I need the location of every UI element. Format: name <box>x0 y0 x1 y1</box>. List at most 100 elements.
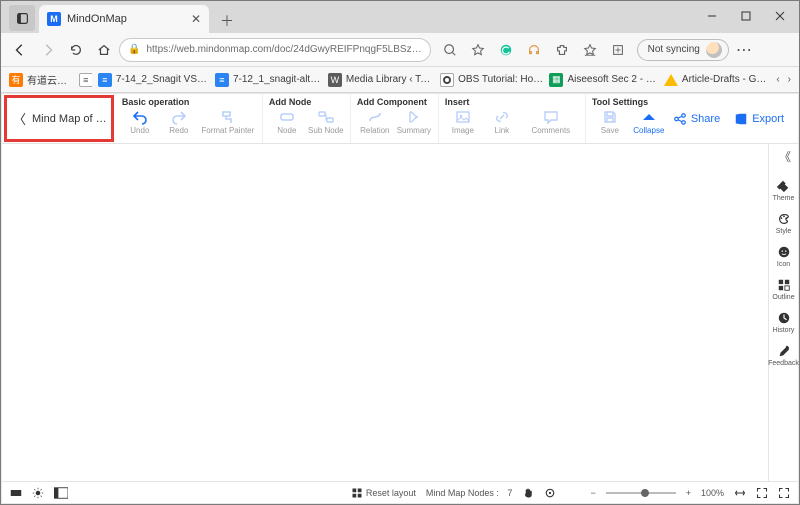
panel-collapse-button[interactable]: 《 <box>779 148 788 165</box>
center-button[interactable] <box>544 487 556 499</box>
save-button[interactable]: Save <box>592 109 628 135</box>
group-header: Add Node <box>269 97 344 107</box>
bookmarks-overflow-button[interactable]: › <box>788 74 791 85</box>
bookmarks-scroll-left-icon[interactable]: ‹ <box>776 74 779 85</box>
bookmark-item[interactable]: OBS Tutorial: How… <box>440 73 543 87</box>
format-painter-button[interactable]: Format Painter <box>200 109 256 135</box>
bookmark-item[interactable]: ≡ <box>79 73 92 87</box>
feedback-button[interactable]: Feedback <box>768 344 799 367</box>
export-button[interactable]: Export <box>734 112 784 126</box>
bookmark-item[interactable]: ▦Aiseesoft Sec 2 - W… <box>549 73 657 87</box>
tab-actions-button[interactable] <box>9 5 35 31</box>
collapse-button[interactable]: Collapse <box>631 109 667 135</box>
profile-sync-button[interactable]: Not syncing <box>637 39 729 61</box>
gdrive-icon <box>664 73 678 87</box>
tab-close-icon[interactable]: ✕ <box>191 12 201 26</box>
group-insert: Insert Image Link Comments <box>439 94 586 143</box>
window-controls <box>695 3 797 29</box>
reset-layout-button[interactable]: Reset layout <box>351 487 416 499</box>
address-bar: 🔒 https://web.mindonmap.com/doc/24dGwyRE… <box>1 33 799 67</box>
summary-button[interactable]: Summary <box>396 109 432 135</box>
window-maximize-button[interactable] <box>729 3 763 29</box>
fit-width-button[interactable] <box>734 487 746 499</box>
fit-screen-button[interactable] <box>756 487 768 499</box>
fullscreen-button[interactable] <box>778 487 790 499</box>
bookmark-item[interactable]: Article-Drafts - Goo… <box>664 73 770 87</box>
bookmarks-bar: 有有道云笔记 ≡ ≡7-14_2_Snagit VS S… ≡7-12_1_sn… <box>1 67 799 93</box>
right-panel: 《 Theme Style Icon Outline History Feedb… <box>768 144 798 481</box>
group-header: Basic operation <box>122 97 256 107</box>
bookmark-item[interactable]: ≡7-12_1_snagit-alter… <box>215 73 322 87</box>
ext-grammarly-icon[interactable] <box>493 37 519 63</box>
obs-icon <box>440 73 454 87</box>
window-close-button[interactable] <box>763 3 797 29</box>
lock-icon: 🔒 <box>128 44 140 55</box>
view-mode-map-button[interactable] <box>10 487 22 499</box>
zoom-value: 100% <box>701 488 724 498</box>
zoom-indicator-icon[interactable] <box>437 37 463 63</box>
browser-menu-button[interactable]: ⋯ <box>731 37 757 63</box>
zoom-slider[interactable] <box>606 492 676 494</box>
favorite-button[interactable] <box>465 37 491 63</box>
browser-tab[interactable]: M MindOnMap ✕ <box>39 5 209 33</box>
avatar-icon <box>706 42 722 58</box>
node-button[interactable]: Node <box>269 109 305 135</box>
bookmark-item[interactable]: WMedia Library ‹ Top… <box>328 73 434 87</box>
nav-home-button[interactable] <box>91 37 117 63</box>
image-button[interactable]: Image <box>445 109 481 135</box>
collections-button[interactable] <box>605 37 631 63</box>
bookmark-item[interactable]: ≡7-14_2_Snagit VS S… <box>98 73 209 87</box>
gdoc-icon: ≡ <box>215 73 229 87</box>
zoom-in-button[interactable]: + <box>686 488 691 498</box>
pan-button[interactable] <box>522 487 534 499</box>
wordpress-icon: W <box>328 73 342 87</box>
sync-label: Not syncing <box>648 44 700 55</box>
sub-node-button[interactable]: Sub Node <box>308 109 344 135</box>
node-count: Mind Map Nodes : 7 <box>426 488 513 498</box>
favorites-list-button[interactable] <box>577 37 603 63</box>
back-icon[interactable]: 〈 <box>13 109 26 128</box>
icon-button[interactable]: Icon <box>777 245 791 268</box>
link-button[interactable]: Link <box>484 109 520 135</box>
theme-button[interactable]: Theme <box>773 179 795 202</box>
ext-headphones-icon[interactable] <box>521 37 547 63</box>
url-input[interactable]: 🔒 https://web.mindonmap.com/doc/24dGwyRE… <box>119 38 431 62</box>
status-bar: Reset layout Mind Map Nodes : 7 − + 100% <box>2 481 798 503</box>
extensions-button[interactable] <box>549 37 575 63</box>
undo-button[interactable]: Undo <box>122 109 158 135</box>
url-text: https://web.mindonmap.com/doc/24dGwyREIF… <box>146 44 421 55</box>
bookmark-icon: 有 <box>9 73 23 87</box>
browser-window: M MindOnMap ✕ ＋ 🔒 https://web.mindonmap.… <box>0 0 800 505</box>
reset-layout-label: Reset layout <box>366 488 416 498</box>
tab-title: MindOnMap <box>67 13 127 25</box>
view-mode-outline-button[interactable] <box>54 487 68 499</box>
gdoc-icon: ≡ <box>98 73 112 87</box>
style-button[interactable]: Style <box>776 212 792 235</box>
share-button[interactable]: Share <box>673 112 720 126</box>
group-add-component: Add Component Relation Summary <box>351 94 439 143</box>
zoom-out-button[interactable]: − <box>590 488 595 498</box>
app-page: 〈 Mind Map of … Basic operation Undo Red… <box>2 94 798 503</box>
group-basic: Basic operation Undo Redo Format Painter <box>116 94 263 143</box>
mindmap-canvas[interactable] <box>2 144 768 481</box>
history-button[interactable]: History <box>773 311 795 334</box>
relation-button[interactable]: Relation <box>357 109 393 135</box>
nav-forward-button[interactable] <box>35 37 61 63</box>
tab-favicon: M <box>47 12 61 26</box>
app-toolbar: 〈 Mind Map of … Basic operation Undo Red… <box>2 94 798 144</box>
group-add-node: Add Node Node Sub Node <box>263 94 351 143</box>
comments-button[interactable]: Comments <box>523 109 579 135</box>
view-mode-sun-button[interactable] <box>32 487 44 499</box>
group-tool-settings: Tool Settings Save Collapse <box>586 94 673 143</box>
tab-strip: M MindOnMap ✕ ＋ <box>1 1 799 33</box>
new-tab-button[interactable]: ＋ <box>215 9 239 33</box>
doc-title-block[interactable]: 〈 Mind Map of … <box>4 95 114 142</box>
nav-refresh-button[interactable] <box>63 37 89 63</box>
share-label: Share <box>691 113 720 125</box>
nav-back-button[interactable] <box>7 37 33 63</box>
doc-title: Mind Map of … <box>32 113 107 125</box>
bookmark-item[interactable]: 有有道云笔记 <box>9 72 73 87</box>
redo-button[interactable]: Redo <box>161 109 197 135</box>
window-minimize-button[interactable] <box>695 3 729 29</box>
outline-button[interactable]: Outline <box>772 278 794 301</box>
